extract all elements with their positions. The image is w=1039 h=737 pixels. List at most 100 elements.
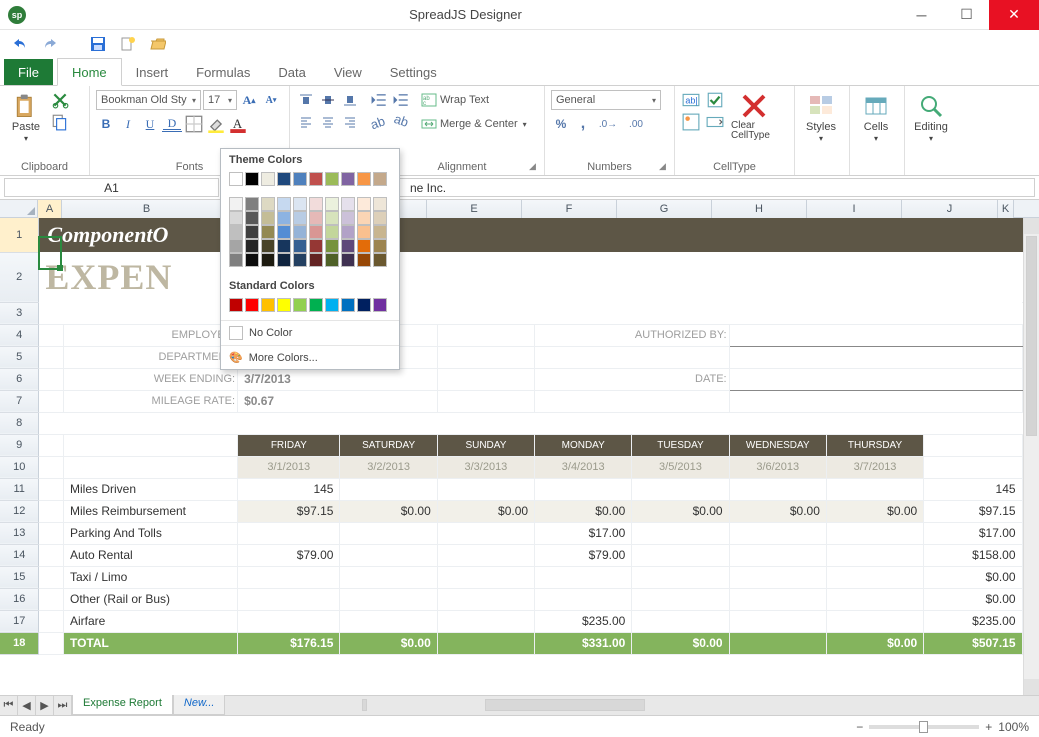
name-box[interactable]: A1	[4, 178, 219, 197]
cell[interactable]: Parking And Tolls	[63, 522, 237, 544]
cell[interactable]: $0.00	[924, 566, 1022, 588]
double-underline-button[interactable]: D	[162, 116, 182, 132]
cell[interactable]: DEPARTMENT:	[63, 346, 237, 368]
color-swatch[interactable]	[229, 197, 243, 211]
wrap-text-button[interactable]: abcWrap Text	[418, 90, 530, 110]
column-header[interactable]: J	[902, 200, 998, 218]
cell[interactable]	[39, 390, 64, 412]
scroll-thumb[interactable]	[1026, 236, 1037, 436]
cell[interactable]	[632, 566, 729, 588]
row-header[interactable]: 2	[0, 252, 39, 302]
cell[interactable]: $331.00	[535, 632, 632, 654]
row-header[interactable]: 17	[0, 610, 39, 632]
column-header[interactable]: B	[62, 200, 232, 218]
row-header[interactable]: 8	[0, 412, 39, 434]
cell[interactable]	[437, 390, 534, 412]
align-bottom-button[interactable]	[340, 90, 360, 110]
color-swatch[interactable]	[293, 298, 307, 312]
cell[interactable]	[826, 522, 923, 544]
styles-button[interactable]: Styles▾	[801, 90, 841, 145]
color-swatch[interactable]	[277, 172, 291, 186]
cell[interactable]	[729, 390, 1022, 412]
cell[interactable]: $176.15	[238, 632, 340, 654]
color-swatch[interactable]	[325, 239, 339, 253]
cell[interactable]	[535, 390, 730, 412]
color-swatch[interactable]	[309, 172, 323, 186]
color-swatch[interactable]	[373, 172, 387, 186]
cell[interactable]	[729, 324, 1022, 346]
column-header[interactable]: E	[427, 200, 522, 218]
color-swatch[interactable]	[245, 172, 259, 186]
sheet-tab-new[interactable]: New...	[173, 695, 226, 715]
cell[interactable]: DATE:	[535, 368, 730, 390]
cell[interactable]	[238, 566, 340, 588]
color-swatch[interactable]	[293, 172, 307, 186]
cell[interactable]	[39, 434, 64, 456]
color-swatch[interactable]	[245, 239, 259, 253]
color-swatch[interactable]	[341, 253, 355, 267]
cell[interactable]	[924, 456, 1022, 478]
cell[interactable]: $0.00	[826, 500, 923, 522]
color-swatch[interactable]	[325, 298, 339, 312]
open-button[interactable]	[148, 34, 168, 54]
cell[interactable]	[39, 500, 64, 522]
color-swatch[interactable]	[357, 253, 371, 267]
color-swatch[interactable]	[245, 298, 259, 312]
color-swatch[interactable]	[229, 211, 243, 225]
cell[interactable]	[535, 566, 632, 588]
color-swatch[interactable]	[293, 225, 307, 239]
cell[interactable]	[238, 610, 340, 632]
color-swatch[interactable]	[261, 197, 275, 211]
row-header[interactable]: 3	[0, 302, 39, 324]
sheet-tab-active[interactable]: Expense Report	[72, 695, 173, 715]
color-swatch[interactable]	[357, 197, 371, 211]
cell[interactable]: $97.15	[924, 500, 1022, 522]
tab-home[interactable]: Home	[57, 58, 122, 86]
cell[interactable]	[437, 346, 534, 368]
borders-button[interactable]	[184, 114, 204, 134]
number-format-select[interactable]: General▾	[551, 90, 661, 110]
grow-font-button[interactable]: A▴	[239, 90, 259, 110]
color-swatch[interactable]	[277, 298, 291, 312]
cell[interactable]: 3/5/2013	[632, 456, 729, 478]
cell[interactable]	[826, 544, 923, 566]
cell[interactable]: TOTAL	[63, 632, 237, 654]
color-swatch[interactable]	[261, 172, 275, 186]
underline-button[interactable]: U	[140, 114, 160, 134]
column-header[interactable]: A	[38, 200, 62, 218]
cell[interactable]: 3/6/2013	[729, 456, 826, 478]
undo-button[interactable]	[10, 34, 30, 54]
cell[interactable]	[63, 434, 237, 456]
row-header[interactable]: 9	[0, 434, 39, 456]
align-center-button[interactable]	[318, 112, 338, 132]
cell[interactable]: $235.00	[924, 610, 1022, 632]
tab-formulas[interactable]: Formulas	[182, 59, 264, 85]
file-tab[interactable]: File	[4, 59, 53, 85]
cell[interactable]	[39, 324, 64, 346]
row-header[interactable]: 13	[0, 522, 39, 544]
color-swatch[interactable]	[309, 239, 323, 253]
cell[interactable]	[826, 566, 923, 588]
cell[interactable]	[437, 522, 534, 544]
cell[interactable]: $235.00	[535, 610, 632, 632]
cell[interactable]	[437, 478, 534, 500]
cell[interactable]: Miles Reimbursement	[63, 500, 237, 522]
cell[interactable]: $79.00	[535, 544, 632, 566]
color-swatch[interactable]	[357, 211, 371, 225]
cell[interactable]	[39, 368, 64, 390]
no-color-button[interactable]: No Color	[221, 320, 399, 345]
color-swatch[interactable]	[341, 172, 355, 186]
cell[interactable]	[437, 566, 534, 588]
cell[interactable]: $17.00	[924, 522, 1022, 544]
tab-nav-last[interactable]: ⏭	[54, 696, 72, 715]
color-swatch[interactable]	[325, 225, 339, 239]
decrease-decimal-button[interactable]: .00	[623, 114, 649, 134]
cell[interactable]	[632, 610, 729, 632]
color-swatch[interactable]	[325, 197, 339, 211]
cell[interactable]	[729, 544, 826, 566]
row-header[interactable]: 1	[0, 218, 39, 252]
cell[interactable]: EMPLOYEE:	[63, 324, 237, 346]
cell[interactable]	[238, 522, 340, 544]
cell[interactable]	[729, 632, 826, 654]
cell[interactable]: TUESDAY	[632, 434, 729, 456]
